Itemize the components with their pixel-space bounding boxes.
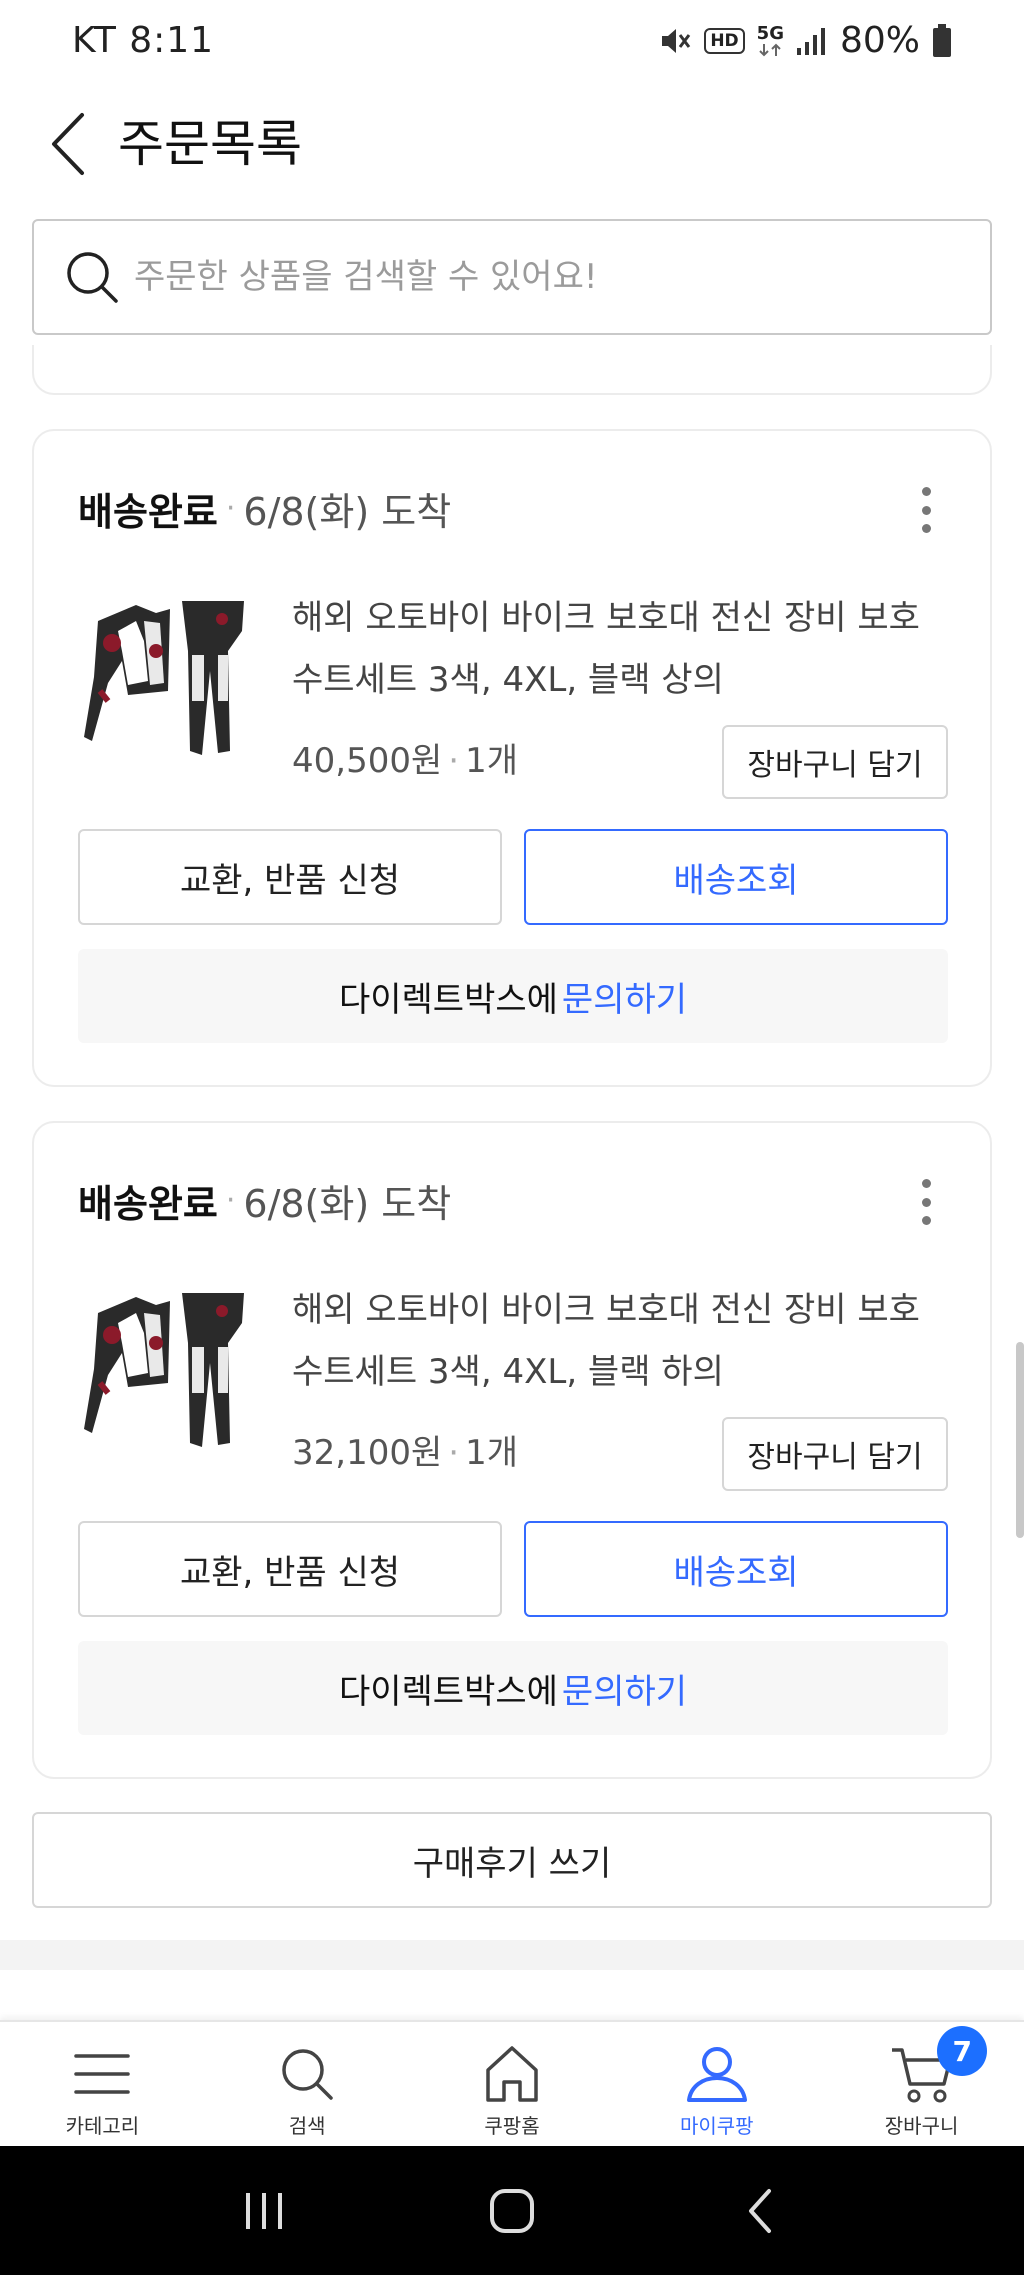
inquiry-link: 문의하기 xyxy=(561,979,688,1020)
person-icon xyxy=(686,2047,747,2102)
search-input[interactable] xyxy=(134,257,894,297)
order-card: 배송완료 · 6/8(화) 도착 해외 오토바이 바이크 보호대 전신 장비 보… xyxy=(32,1121,992,1779)
order-card: 배송완료 · 6/8(화) 도착 해외 오토바이 바이크 보호대 전신 장비 보… xyxy=(32,429,992,1087)
back-button[interactable] xyxy=(38,104,98,184)
inquiry-button[interactable]: 다이렉트박스에 문의하기 xyxy=(78,949,948,1043)
battery-icon xyxy=(932,23,952,58)
product-price: 40,500원 xyxy=(292,741,443,781)
arrival-date: 6/8(화) 도착 xyxy=(243,490,452,534)
nav-label: 장바구니 xyxy=(884,2114,959,2138)
page-header: 주문목록 xyxy=(0,86,1024,200)
more-options-button[interactable] xyxy=(916,487,936,533)
track-delivery-button[interactable]: 배송조회 xyxy=(524,1521,948,1617)
nav-cart[interactable]: 장바구니 7 xyxy=(819,2022,1024,2146)
bottom-navigation: 카테고리 검색 쿠팡홈 마이쿠팡 장바구니 7 xyxy=(0,2020,1024,2146)
network-icon: 5G xyxy=(756,22,784,57)
recent-apps-icon xyxy=(246,2192,282,2229)
network-type: 5G xyxy=(756,22,784,44)
product-thumbnail[interactable] xyxy=(78,591,250,763)
carrier-time: KT 8:11 xyxy=(72,20,215,61)
home-icon xyxy=(486,2046,538,2102)
nav-label: 마이쿠팡 xyxy=(679,2114,754,2138)
signal-icon xyxy=(796,26,828,56)
nav-label: 검색 xyxy=(288,2114,326,2138)
product-quantity: 1개 xyxy=(465,1433,518,1473)
section-divider xyxy=(0,1940,1024,1970)
inquiry-prefix: 다이렉트박스에 xyxy=(338,1671,558,1712)
status-icons: HD 5G 80% xyxy=(658,20,952,61)
delivery-status: 배송완료 xyxy=(78,490,218,534)
search-icon xyxy=(282,2049,333,2100)
status-bar: KT 8:11 HD 5G 80% xyxy=(0,0,1024,86)
exchange-return-button[interactable]: 교환, 반품 신청 xyxy=(78,1521,502,1617)
more-options-button[interactable] xyxy=(916,1179,936,1225)
chevron-left-icon xyxy=(52,113,84,175)
product-name[interactable]: 해외 오토바이 바이크 보호대 전신 장비 보호수트세트 3색, 4XL, 블랙… xyxy=(292,587,942,711)
battery-percent: 80% xyxy=(839,20,920,61)
exchange-return-button[interactable]: 교환, 반품 신청 xyxy=(78,829,502,925)
add-to-cart-button[interactable]: 장바구니 담기 xyxy=(722,1417,948,1491)
recent-apps-button[interactable] xyxy=(219,2166,309,2256)
mute-icon xyxy=(658,24,692,58)
product-name[interactable]: 해외 오토바이 바이크 보호대 전신 장비 보호수트세트 3색, 4XL, 블랙… xyxy=(292,1279,942,1403)
hd-icon: HD xyxy=(704,27,745,54)
add-to-cart-button[interactable]: 장바구니 담기 xyxy=(722,725,948,799)
separator-dot: · xyxy=(448,1433,460,1473)
system-navigation-bar xyxy=(0,2146,1024,2275)
nav-home[interactable]: 쿠팡홈 xyxy=(410,2022,615,2146)
order-status-line: 배송완료 · 6/8(화) 도착 xyxy=(78,1173,451,1228)
order-status-line: 배송완료 · 6/8(화) 도착 xyxy=(78,481,451,536)
inquiry-button[interactable]: 다이렉트박스에 문의하기 xyxy=(78,1641,948,1735)
previous-order-card xyxy=(32,345,992,395)
product-price: 32,100원 xyxy=(292,1433,443,1473)
nav-label: 카테고리 xyxy=(65,2114,140,2138)
separator-dot: · xyxy=(448,741,460,781)
price-quantity: 32,100원 · 1개 xyxy=(292,1428,518,1478)
delivery-status: 배송완료 xyxy=(78,1182,218,1226)
separator-dot: · xyxy=(225,491,236,526)
product-quantity: 1개 xyxy=(465,741,518,781)
separator-dot: · xyxy=(225,1183,236,1218)
write-review-button[interactable]: 구매후기 쓰기 xyxy=(32,1812,992,1908)
back-chevron-icon xyxy=(749,2188,771,2233)
nav-category[interactable]: 카테고리 xyxy=(0,2022,205,2146)
home-button[interactable] xyxy=(467,2166,557,2256)
nav-label: 쿠팡홈 xyxy=(484,2114,540,2138)
search-icon xyxy=(67,252,118,303)
scrollbar-thumb[interactable] xyxy=(1016,1342,1024,1538)
menu-icon xyxy=(74,2054,131,2094)
home-circle-icon xyxy=(490,2188,534,2233)
inquiry-link: 문의하기 xyxy=(561,1671,688,1712)
inquiry-prefix: 다이렉트박스에 xyxy=(338,979,558,1020)
nav-search[interactable]: 검색 xyxy=(205,2022,410,2146)
track-delivery-button[interactable]: 배송조회 xyxy=(524,829,948,925)
price-quantity: 40,500원 · 1개 xyxy=(292,736,518,786)
product-thumbnail[interactable] xyxy=(78,1283,250,1455)
nav-my-coupang[interactable]: 마이쿠팡 xyxy=(614,2022,819,2146)
search-box[interactable] xyxy=(32,219,992,335)
system-back-button[interactable] xyxy=(715,2166,805,2256)
cart-count-badge: 7 xyxy=(937,2026,988,2076)
arrival-date: 6/8(화) 도착 xyxy=(243,1182,452,1226)
page-title: 주문목록 xyxy=(118,115,302,173)
